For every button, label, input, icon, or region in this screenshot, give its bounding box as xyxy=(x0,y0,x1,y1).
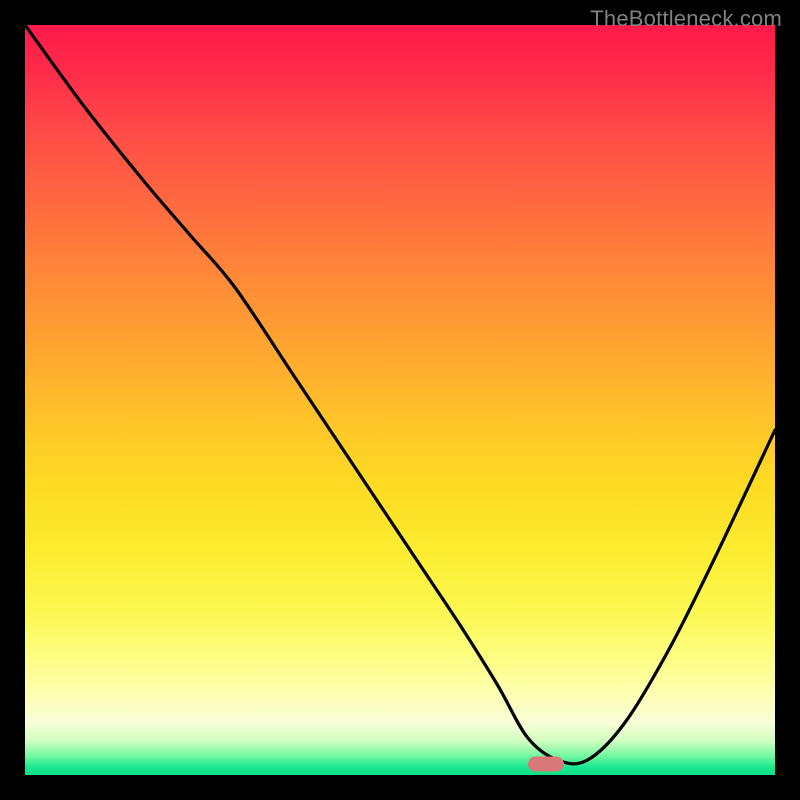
bottleneck-curve xyxy=(25,25,775,775)
optimal-point-marker xyxy=(528,756,564,771)
curve-path xyxy=(25,25,775,764)
plot-area xyxy=(25,25,775,775)
watermark-text: TheBottleneck.com xyxy=(590,6,782,32)
